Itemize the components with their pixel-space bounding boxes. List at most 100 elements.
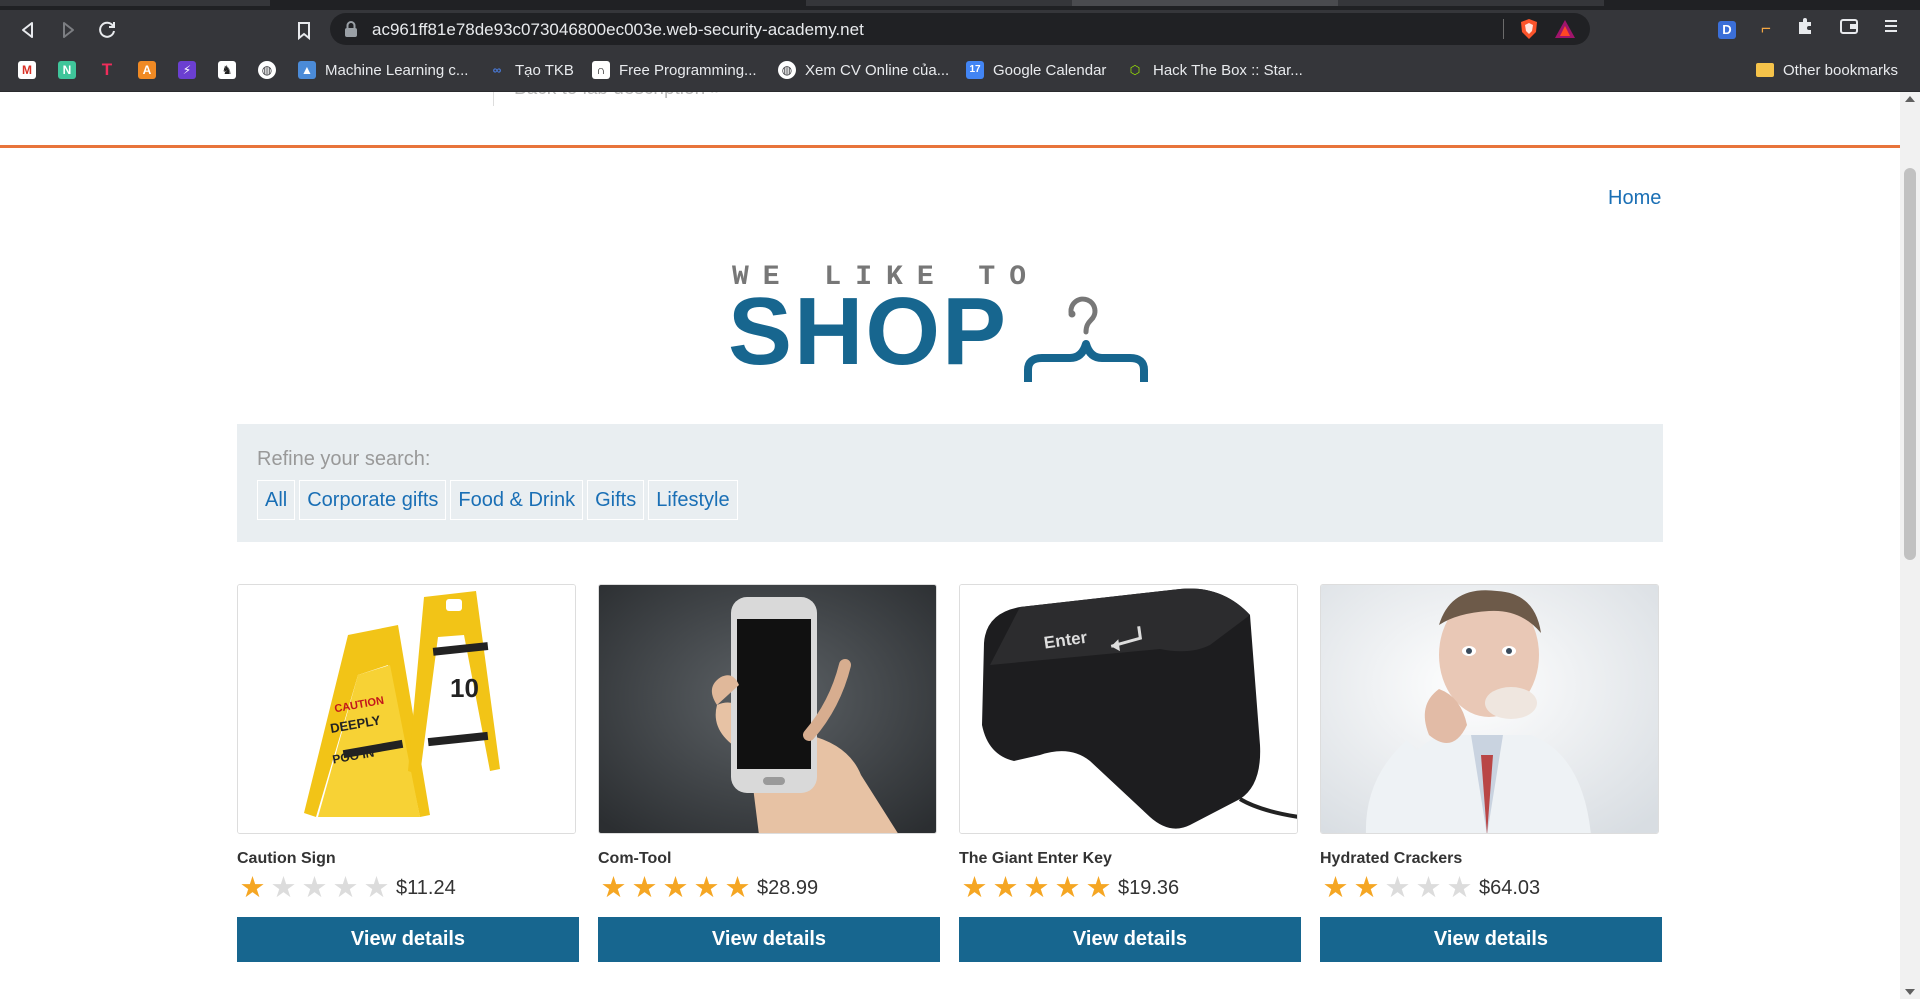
star-icon: ★ [992,872,1019,904]
bookmark-a[interactable]: A [138,58,165,82]
view-details-button[interactable]: View details [959,917,1301,962]
extension-d-icon[interactable]: D [1714,16,1740,42]
home-link[interactable]: Home [1608,187,1661,210]
bookmark-n[interactable]: N [58,58,85,82]
extensions-puzzle-icon[interactable] [1792,16,1818,42]
bookmark-bolt[interactable]: ⚡ [178,58,205,82]
star-icon: ★ [600,872,627,904]
url-text: ac961ff81e78de93c073046800ec003e.web-sec… [372,20,864,39]
tab[interactable] [0,0,270,6]
star-icon: ★ [724,872,751,904]
bookmark-star-icon[interactable] [290,16,318,44]
view-details-button[interactable]: View details [598,917,940,962]
other-bookmarks[interactable]: Other bookmarks [1756,58,1898,82]
bookmark-chess[interactable]: ♞ [218,58,245,82]
view-details-button[interactable]: View details [1320,917,1662,962]
bookmark-xem-cv[interactable]: ◍ Xem CV Online của... [778,58,949,82]
chess-icon: ♞ [218,61,236,79]
vertical-scrollbar[interactable] [1900,92,1920,999]
filter-corporate-gifts[interactable]: Corporate gifts [299,480,447,520]
filter-food-drink[interactable]: Food & Drink [450,480,584,520]
filter-all[interactable]: All [257,480,296,520]
refine-search-panel: Refine your search: All Corporate gifts … [237,424,1663,542]
extension-hammer-icon[interactable]: ⌐ [1753,16,1779,42]
tab-active[interactable] [1072,0,1338,6]
star-icon: ★ [301,872,328,904]
product-image[interactable] [1320,584,1659,834]
product-card: Enter The Giant Enter Key ★ ★ ★ ★ ★ $19.… [959,584,1302,962]
t-app-icon: T [101,60,113,79]
bookmark-label: Xem CV Online của... [805,61,950,79]
bookmarks-bar: M N T A ⚡ ♞ ◍ ▲ Machine Learning c... ∞ Tạ… [0,48,1920,92]
product-rating: ★ ★ ★ ★ ★ $19.36 [959,872,1180,904]
scroll-down-icon[interactable] [1905,989,1915,995]
scrollbar-thumb[interactable] [1904,168,1916,560]
back-icon[interactable] [14,16,42,44]
hanger-icon [1024,296,1148,382]
other-bookmarks-label: Other bookmarks [1783,61,1899,79]
lab-header: Back to lab description » [0,92,1900,147]
back-to-lab-link[interactable]: Back to lab description » [514,92,721,100]
product-image[interactable]: Enter [959,584,1298,834]
product-name: The Giant Enter Key [959,850,1112,867]
filter-gifts[interactable]: Gifts [587,480,645,520]
product-name: Caution Sign [237,850,336,867]
star-icon: ★ [631,872,658,904]
bookmark-google-calendar[interactable]: 17 Google Calendar [966,58,1106,82]
star-icon: ★ [1054,872,1081,904]
view-details-button[interactable]: View details [237,917,579,962]
star-icon: ★ [662,872,689,904]
book-icon: ∩ [592,61,610,79]
product-name: Com-Tool [598,850,672,867]
bolt-icon: ⚡ [178,61,196,79]
bookmark-label: Machine Learning c... [325,61,469,79]
brave-rewards-icon[interactable] [1554,19,1576,39]
filter-lifestyle[interactable]: Lifestyle [648,480,738,520]
brave-shields-icon[interactable] [1518,18,1540,40]
product-rating: ★ ★ ★ ★ ★ $11.24 [237,872,456,904]
bookmark-label: Google Calendar [993,61,1107,79]
star-icon: ★ [1023,872,1050,904]
bookmark-gmail[interactable]: M [18,58,45,82]
wallet-icon[interactable] [1836,16,1862,42]
browser-toolbar: ac961ff81e78de93c073046800ec003e.web-sec… [0,10,1920,48]
bookmark-globe[interactable]: ◍ [258,58,285,82]
product-card: Com-Tool ★ ★ ★ ★ ★ $28.99 View details [598,584,941,962]
tab[interactable] [806,0,1072,6]
bookmark-tao-tkb[interactable]: ∞ Tạo TKB [488,58,574,82]
course-icon: ▲ [298,61,316,79]
tab[interactable] [1338,0,1604,6]
star-icon: ★ [1353,872,1380,904]
scroll-up-icon[interactable] [1905,96,1915,102]
category-filters: All Corporate gifts Food & Drink Gifts L… [257,480,738,520]
address-bar[interactable]: ac961ff81e78de93c073046800ec003e.web-sec… [330,13,1590,45]
menu-icon[interactable] [1878,16,1904,42]
star-icon: ★ [363,872,390,904]
product-rating: ★ ★ ★ ★ ★ $28.99 [598,872,819,904]
bookmark-t[interactable]: T [98,58,125,82]
lock-icon [345,21,357,37]
bookmark-machine-learning[interactable]: ▲ Machine Learning c... [298,58,468,82]
bookmark-label: Free Programming... [619,61,757,79]
globe-icon: ◍ [778,61,796,79]
bookmark-free-programming[interactable]: ∩ Free Programming... [592,58,757,82]
product-price: $28.99 [757,876,819,899]
forward-icon[interactable] [54,16,82,44]
folder-icon [1756,63,1774,77]
bookmark-hack-the-box[interactable]: ⬡ Hack The Box :: Star... [1126,58,1303,82]
bookmark-label: Hack The Box :: Star... [1153,61,1303,79]
star-icon: ★ [961,872,988,904]
calendar-icon: 17 [966,61,984,79]
star-icon: ★ [1384,872,1411,904]
page-viewport: Back to lab description » Home WE LIKE T… [0,92,1900,999]
svg-text:10: 10 [450,673,479,703]
product-image[interactable]: CAUTION DEEPLY POO IN 10 [237,584,576,834]
product-card: CAUTION DEEPLY POO IN 10 Caution Sign ★ … [237,584,580,962]
star-icon: ★ [332,872,359,904]
reload-icon[interactable] [93,16,121,44]
htb-icon: ⬡ [1129,63,1141,77]
product-price: $11.24 [396,876,456,899]
globe-icon: ◍ [258,61,276,79]
product-image[interactable] [598,584,937,834]
gmail-icon: M [18,61,36,79]
